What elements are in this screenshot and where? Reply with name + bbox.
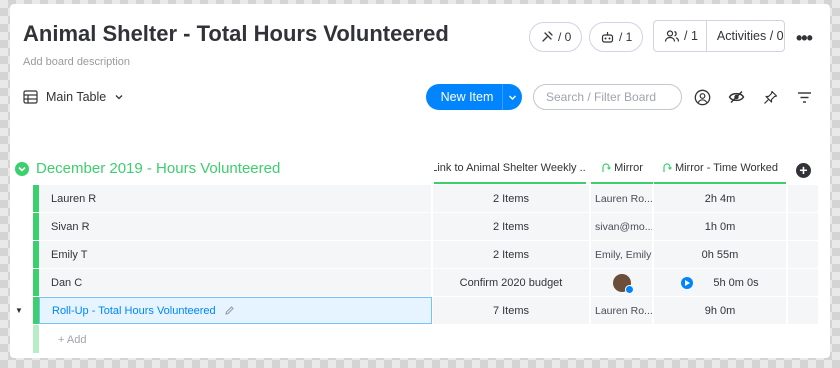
- activities-button[interactable]: Activities / 0: [707, 29, 784, 43]
- empty-cell: [788, 297, 819, 324]
- members-count: / 1: [684, 29, 698, 43]
- automations-count: / 1: [619, 30, 633, 44]
- column-header-label: Mirror: [614, 162, 643, 174]
- item-name[interactable]: Dan C: [39, 269, 432, 296]
- mirror-cell[interactable]: Lauren Ro...: [591, 297, 653, 324]
- column-header-label: Mirror - Time Worked: [674, 162, 779, 174]
- table-row[interactable]: Emily T 2 Items Emily, Emily 0h 55m: [33, 241, 819, 269]
- chevron-down-icon: [18, 166, 26, 172]
- table-row[interactable]: Roll-Up - Total Hours Volunteered 7 Item…: [33, 297, 819, 325]
- new-item-button[interactable]: New Item: [426, 84, 522, 110]
- chevron-down-icon: [509, 95, 516, 100]
- add-column-button[interactable]: +: [796, 163, 811, 178]
- board-description[interactable]: Add board description: [23, 56, 130, 68]
- time-cell[interactable]: 9h 0m: [654, 297, 787, 324]
- members-icon: [664, 30, 680, 42]
- subitems-toggle-icon[interactable]: ▼: [15, 306, 23, 315]
- item-name[interactable]: Sivan R: [39, 213, 432, 240]
- hide-eye-icon[interactable]: [727, 88, 745, 106]
- group-table: Lauren R 2 Items Lauren Ro... 2h 4m Siva…: [33, 185, 819, 353]
- view-label: Main Table: [46, 90, 107, 104]
- link-cell[interactable]: 7 Items: [433, 297, 590, 324]
- view-selector[interactable]: Main Table: [23, 90, 124, 104]
- new-item-dropdown[interactable]: [502, 84, 522, 110]
- board-card: Animal Shelter - Total Hours Volunteered…: [10, 4, 830, 358]
- time-cell[interactable]: 0h 55m: [654, 241, 787, 268]
- group-collapse-button[interactable]: [15, 162, 29, 176]
- mirror-icon: [602, 163, 612, 172]
- new-item-label: New Item: [440, 90, 494, 104]
- automations-button[interactable]: / 1: [589, 22, 644, 52]
- members-button[interactable]: / 1: [654, 21, 707, 51]
- robot-icon: [601, 32, 614, 43]
- integrations-button[interactable]: / 0: [529, 22, 583, 52]
- eye-badge-icon: [625, 284, 634, 294]
- time-cell[interactable]: 2h 4m: [654, 185, 787, 212]
- filter-icon[interactable]: [795, 88, 813, 106]
- mirror-cell[interactable]: [591, 269, 653, 296]
- item-name[interactable]: Lauren R: [39, 185, 432, 212]
- empty-cell: [788, 185, 819, 212]
- board-title[interactable]: Animal Shelter - Total Hours Volunteered: [23, 21, 449, 47]
- time-value: 5h 0m 0s: [713, 276, 759, 289]
- integrations-icon: [542, 31, 553, 42]
- empty-cell: [788, 213, 819, 240]
- empty-cell: [788, 269, 819, 296]
- item-name[interactable]: Roll-Up - Total Hours Volunteered: [39, 297, 432, 324]
- item-name-text: Roll-Up - Total Hours Volunteered: [52, 304, 216, 317]
- chevron-down-icon: [115, 95, 123, 100]
- mirror-icon: [663, 163, 672, 172]
- mirror-cell[interactable]: Emily, Emily: [591, 241, 653, 268]
- search-input[interactable]: Search / Filter Board: [533, 84, 682, 110]
- members-activities-box: / 1 Activities / 0: [653, 20, 785, 52]
- column-header-mirror[interactable]: Mirror: [591, 154, 653, 184]
- link-cell[interactable]: 2 Items: [433, 185, 590, 212]
- mirror-cell[interactable]: Lauren Ro...: [591, 185, 653, 212]
- group-title[interactable]: December 2019 - Hours Volunteered: [36, 160, 280, 177]
- empty-cell: [788, 241, 819, 268]
- link-cell[interactable]: 2 Items: [433, 213, 590, 240]
- link-cell[interactable]: 2 Items: [433, 241, 590, 268]
- item-name[interactable]: Emily T: [39, 241, 432, 268]
- column-header-mirror-time[interactable]: Mirror - Time Worked: [654, 154, 786, 184]
- time-cell[interactable]: 5h 0m 0s: [654, 269, 787, 296]
- row-color-bar: [33, 325, 39, 353]
- mirror-cell[interactable]: sivan@mo...: [591, 213, 653, 240]
- person-filter-icon[interactable]: [693, 88, 711, 106]
- avatar: [613, 273, 634, 294]
- pin-icon[interactable]: [761, 88, 779, 106]
- table-row[interactable]: Lauren R 2 Items Lauren Ro... 2h 4m: [33, 185, 819, 213]
- play-icon[interactable]: [681, 276, 694, 289]
- table-row[interactable]: Sivan R 2 Items sivan@mo... 1h 0m: [33, 213, 819, 241]
- column-header-link[interactable]: Link to Animal Shelter Weekly ...: [434, 154, 586, 184]
- add-item-label: + Add: [58, 334, 87, 346]
- table-icon: [23, 90, 38, 104]
- more-options-icon[interactable]: •••: [796, 28, 813, 49]
- add-item-row[interactable]: + Add: [33, 325, 819, 353]
- table-row[interactable]: Dan C Confirm 2020 budget 5h 0m 0s: [33, 269, 819, 297]
- pencil-icon[interactable]: [224, 305, 235, 316]
- integrations-count: / 0: [558, 30, 572, 44]
- column-header-label: Link to Animal Shelter Weekly ...: [434, 162, 586, 174]
- link-cell[interactable]: Confirm 2020 budget: [433, 269, 590, 296]
- time-cell[interactable]: 1h 0m: [654, 213, 787, 240]
